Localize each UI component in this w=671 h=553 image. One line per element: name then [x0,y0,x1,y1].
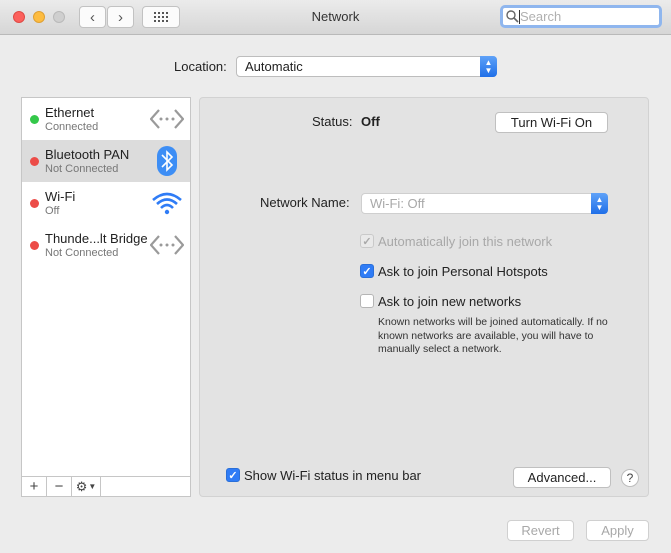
status-dot [30,241,39,250]
search-placeholder: Search [520,9,562,24]
network-name-select[interactable]: Wi-Fi: Off ▲ ▼ [361,193,608,214]
service-status: Off [45,205,60,217]
auto-join-label: Automatically join this network [378,234,553,249]
remove-service-button[interactable]: − [47,477,72,496]
network-name-label: Network Name: [260,195,350,210]
new-networks-label: Ask to join new networks [378,294,522,309]
service-name: Ethernet [45,105,95,120]
location-label: Location: [174,59,227,74]
service-item-wifi[interactable]: Wi-Fi Off [22,182,190,224]
search-input[interactable]: Search [500,5,662,28]
status-dot [30,199,39,208]
checkmark-icon: ✓ [362,235,372,248]
service-status: Not Connected [45,163,119,175]
advanced-button[interactable]: Advanced... [513,467,611,488]
status-dot [30,115,39,124]
location-value: Automatic [245,59,303,74]
bluetooth-icon [157,146,177,176]
select-arrows-icon: ▲ ▼ [480,56,497,77]
select-arrows-icon: ▲ ▼ [591,193,608,214]
title-bar: ‹ › Network Search [0,0,671,35]
service-name: Wi-Fi [45,189,76,204]
search-icon [506,10,519,23]
gear-icon: ⚙ [75,478,88,494]
service-item-thunderbolt-bridge[interactable]: Thunde...lt Bridge Not Connected [22,224,190,266]
service-name: Thunde...lt Bridge [45,231,148,246]
new-networks-help-text: Known networks will be joined automatica… [378,316,608,355]
location-select[interactable]: Automatic ▲ ▼ [236,56,497,77]
service-list-toolbar: + − ⚙ ▼ [21,476,191,497]
ethernet-arrows-icon [150,235,184,255]
status-dot [30,157,39,166]
service-item-bluetooth-pan[interactable]: Bluetooth PAN Not Connected [22,140,190,182]
network-name-value: Wi-Fi: Off [370,196,425,211]
personal-hotspots-label: Ask to join Personal Hotspots [378,264,548,279]
service-list: Ethernet Connected Bluetooth PAN Not Con… [21,97,191,497]
show-wifi-status-checkbox[interactable]: ✓ [226,468,240,482]
revert-button[interactable]: Revert [507,520,574,541]
chevron-down-icon: ▼ [88,482,97,491]
apply-button[interactable]: Apply [586,520,649,541]
new-networks-checkbox[interactable] [360,294,374,308]
status-value: Off [361,114,380,129]
service-status: Not Connected [45,247,119,259]
wifi-icon [152,192,182,215]
plus-icon: + [29,478,39,495]
status-label: Status: [312,114,353,129]
checkmark-icon: ✓ [228,469,238,482]
add-service-button[interactable]: + [22,477,47,496]
help-button[interactable]: ? [621,469,639,487]
personal-hotspots-checkbox[interactable]: ✓ [360,264,374,278]
service-item-ethernet[interactable]: Ethernet Connected [22,98,190,140]
minus-icon: − [54,478,64,495]
action-menu-button[interactable]: ⚙ ▼ [72,477,101,496]
show-wifi-status-label: Show Wi-Fi status in menu bar [244,468,422,483]
turn-wifi-on-button[interactable]: Turn Wi-Fi On [495,112,608,133]
checkmark-icon: ✓ [362,265,372,278]
auto-join-checkbox[interactable]: ✓ [360,234,374,248]
service-name: Bluetooth PAN [45,147,130,162]
text-caret [519,10,520,24]
ethernet-arrows-icon [150,109,184,129]
service-status: Connected [45,121,99,133]
